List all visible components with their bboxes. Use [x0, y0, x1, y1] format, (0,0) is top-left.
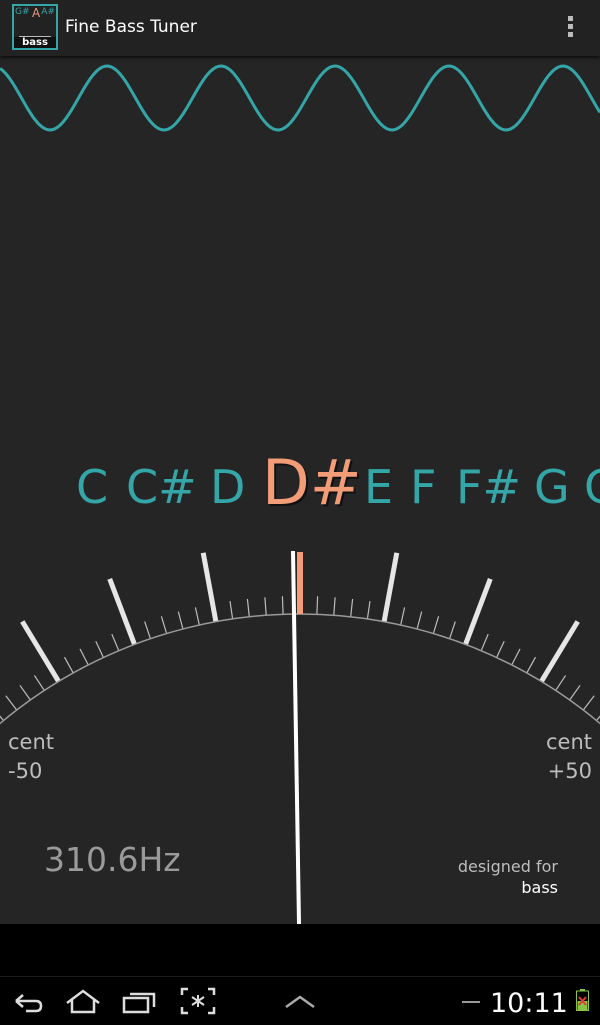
app-icon-right-note: A# [41, 7, 55, 17]
dial-minor-tick [433, 616, 438, 633]
dial-minor-tick [417, 612, 422, 630]
cent-max-unit: cent [546, 728, 592, 757]
dial-minor-tick [583, 696, 594, 710]
designed-for-text: designed for [458, 856, 558, 877]
app-icon-bass-label: bass [14, 37, 56, 48]
note-label: F# [456, 460, 521, 514]
chevron-up-icon[interactable] [280, 985, 320, 1017]
dial-minor-tick [351, 599, 353, 617]
dial-minor-tick [20, 685, 30, 700]
dial-minor-tick [497, 641, 505, 657]
dial-minor-tick [450, 622, 456, 639]
cent-max-label: cent +50 [546, 728, 592, 786]
dial-minor-tick [556, 675, 566, 690]
dial-minor-tick [112, 634, 119, 651]
dial-minor-tick [401, 607, 405, 625]
dial-major-tick [110, 579, 135, 645]
dial-minor-tick [0, 707, 4, 721]
note-label: D [210, 460, 245, 514]
dial-minor-tick [334, 597, 335, 615]
tuner-app: G# A A# bass Fine Bass Tuner CC#DD#EFF#G… [0, 0, 600, 924]
cent-min-label: cent -50 [8, 728, 54, 786]
note-label: C# [126, 460, 197, 514]
recent-apps-icon[interactable] [120, 985, 160, 1017]
dial-minor-tick [570, 685, 580, 700]
dial-minor-tick [481, 634, 488, 651]
dial-minor-tick [178, 612, 183, 630]
cent-min-unit: cent [8, 728, 54, 757]
dial-minor-tick [317, 596, 318, 614]
dial-minor-tick [80, 649, 88, 665]
status-clock: 10:11 [490, 988, 568, 1019]
status-separator [462, 1001, 480, 1003]
battery-charging-icon [576, 989, 589, 1011]
note-active: D# [262, 446, 362, 519]
dial-minor-tick [6, 696, 17, 710]
dial-arc [0, 614, 600, 793]
designed-for-label: designed for bass [458, 856, 558, 898]
dial-minor-tick [96, 641, 104, 657]
dial-minor-tick [527, 657, 536, 673]
note-label: E [364, 460, 393, 514]
dial-major-tick [541, 622, 577, 682]
back-icon[interactable] [8, 985, 48, 1017]
note-label: F [410, 460, 436, 514]
dial-minor-tick [367, 601, 370, 619]
app-icon-center-note: A [32, 6, 40, 20]
app-title: Fine Bass Tuner [65, 17, 197, 37]
dial-major-tick [466, 579, 491, 645]
dial-minor-tick [161, 616, 166, 633]
app-icon-left-note: G# [15, 7, 30, 17]
cent-max-value: +50 [546, 757, 592, 786]
designed-for-instrument: bass [458, 877, 558, 898]
waveform-display [0, 56, 600, 146]
dial-minor-tick [230, 601, 233, 619]
dial-minor-tick [512, 649, 520, 665]
dial-minor-tick [34, 675, 44, 690]
dial-major-tick [384, 553, 397, 622]
action-bar: G# A A# bass Fine Bass Tuner [0, 0, 600, 56]
overflow-menu-icon[interactable] [568, 16, 574, 40]
dial-minor-tick [597, 707, 600, 721]
app-icon-arc [19, 20, 51, 37]
dial-minor-tick [65, 657, 74, 673]
note-label: G [584, 460, 600, 514]
waveform-line [0, 66, 600, 130]
dial-minor-tick [265, 597, 266, 615]
frequency-readout: 310.6Hz [44, 840, 181, 879]
note-label: G [534, 460, 570, 514]
dial-minor-tick [247, 599, 249, 617]
cent-min-value: -50 [8, 757, 54, 786]
note-scale: CC#DD#EFF#GG [0, 440, 600, 530]
dial-major-tick [203, 553, 216, 622]
note-label: C [76, 460, 108, 514]
app-logo-icon[interactable]: G# A A# bass [12, 4, 58, 50]
home-icon[interactable] [63, 985, 103, 1017]
screenshot-icon[interactable] [178, 985, 218, 1017]
dial-minor-tick [195, 607, 199, 625]
dial-minor-tick [282, 596, 283, 614]
dial-minor-tick [145, 622, 151, 639]
dial-major-tick [22, 622, 58, 682]
